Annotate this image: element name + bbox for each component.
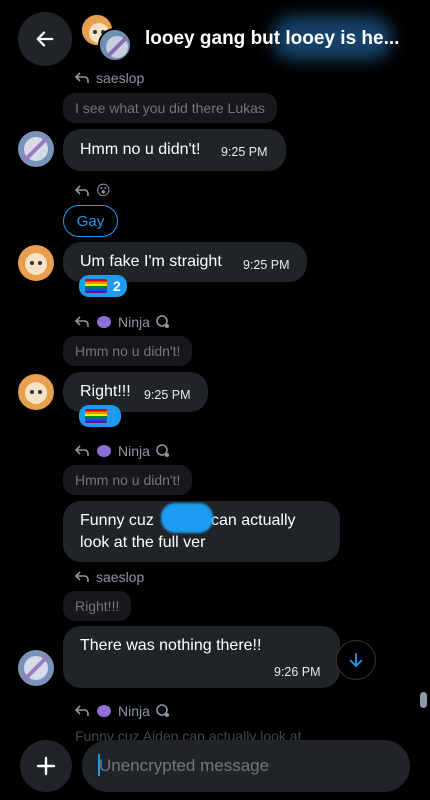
ninja-emoji-icon bbox=[156, 444, 169, 457]
message-text: There was nothing there!! bbox=[80, 637, 262, 654]
ninja-emoji-icon bbox=[156, 315, 169, 328]
reply-indicator: Ninja bbox=[74, 703, 170, 719]
quoted-message[interactable]: Hmm no u didn't! bbox=[63, 465, 193, 495]
reply-author: saeslop bbox=[96, 70, 145, 86]
message-text-part2: can actually bbox=[211, 512, 296, 529]
back-button[interactable] bbox=[18, 12, 72, 66]
ninja-emoji-icon bbox=[156, 704, 169, 717]
quoted-message[interactable]: Right!!! bbox=[63, 591, 132, 621]
arrow-down-icon bbox=[349, 653, 363, 667]
message-input[interactable] bbox=[82, 740, 410, 792]
message-text-line2: look at the full ver bbox=[80, 534, 206, 551]
message-time: 9:25 PM bbox=[144, 388, 191, 402]
message-bubble-outlined[interactable]: Gay bbox=[63, 205, 118, 237]
reply-arrow-icon bbox=[74, 316, 89, 327]
reaction-badge[interactable]: 2 bbox=[79, 275, 127, 297]
reply-author: Ninja bbox=[118, 314, 150, 330]
add-attachment-button[interactable] bbox=[20, 740, 72, 792]
avatar[interactable] bbox=[18, 650, 54, 686]
message-time: 9:26 PM bbox=[274, 665, 321, 679]
reply-emoji: 😮 bbox=[96, 182, 111, 198]
message-text: Um fake I'm straight bbox=[80, 253, 222, 270]
reply-indicator: saeslop bbox=[74, 569, 144, 585]
ninja-badge-icon bbox=[97, 705, 111, 717]
reaction-count: 2 bbox=[113, 278, 121, 294]
rainbow-flag-icon bbox=[85, 279, 107, 293]
message-bubble[interactable]: Hmm no u didn't! 9:25 PM bbox=[63, 129, 286, 171]
rainbow-flag-icon bbox=[85, 409, 107, 423]
reply-author: Ninja bbox=[118, 703, 150, 719]
reply-arrow-icon bbox=[74, 72, 89, 83]
reply-indicator: Ninja bbox=[74, 443, 170, 459]
plus-icon bbox=[36, 756, 56, 776]
reply-arrow-icon bbox=[74, 705, 89, 716]
quoted-message[interactable]: Hmm no u didn't! bbox=[63, 336, 193, 366]
message-text-part1: Funny cuz bbox=[80, 512, 154, 529]
group-avatar-2[interactable] bbox=[98, 28, 132, 62]
reply-author: Ninja bbox=[118, 443, 150, 459]
avatar[interactable] bbox=[18, 131, 54, 167]
message-time: 9:25 PM bbox=[221, 145, 268, 159]
reaction-badge[interactable] bbox=[79, 405, 121, 427]
chat-title[interactable]: looey gang but looey is he... bbox=[145, 28, 399, 50]
ninja-badge-icon bbox=[97, 445, 111, 457]
redaction-scribble bbox=[161, 503, 213, 533]
reply-arrow-icon bbox=[74, 445, 89, 456]
reply-indicator: Ninja bbox=[74, 314, 170, 330]
message-bubble[interactable]: There was nothing there!! 9:26 PM bbox=[63, 626, 340, 688]
quoted-message[interactable]: I see what you did there Lukas bbox=[63, 93, 277, 123]
reply-indicator: saeslop bbox=[74, 70, 144, 86]
text-caret bbox=[98, 754, 100, 776]
reply-indicator: 😮 bbox=[74, 182, 111, 199]
message-text: Right!!! bbox=[80, 383, 131, 400]
message-time: 9:25 PM bbox=[243, 258, 290, 272]
reply-arrow-icon bbox=[74, 184, 89, 196]
reply-author: saeslop bbox=[96, 569, 145, 585]
arrow-left-icon bbox=[36, 31, 54, 47]
chat-header: looey gang but looey is he... bbox=[0, 0, 430, 80]
message-text: Hmm no u didn't! bbox=[80, 141, 201, 158]
avatar[interactable] bbox=[18, 245, 54, 281]
avatar[interactable] bbox=[18, 374, 54, 410]
scroll-down-button[interactable] bbox=[336, 640, 376, 680]
scrollbar-thumb[interactable] bbox=[420, 692, 427, 708]
reply-arrow-icon bbox=[74, 571, 89, 582]
ninja-badge-icon bbox=[97, 316, 111, 328]
